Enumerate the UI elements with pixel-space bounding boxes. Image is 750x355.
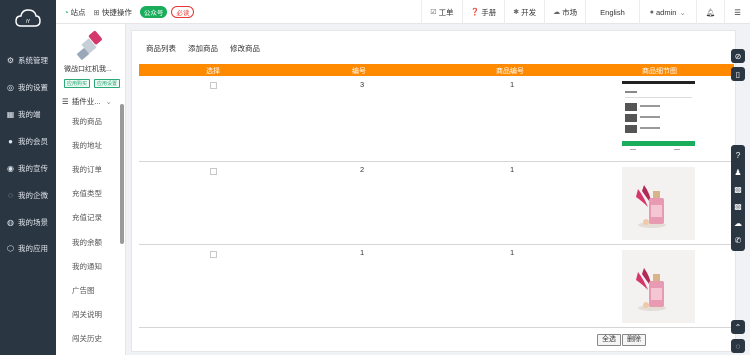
- row-id: 1: [360, 248, 365, 257]
- nav-item-scenes[interactable]: ◍ 我的场景: [0, 211, 56, 233]
- logo-icon[interactable]: iY: [15, 8, 41, 30]
- nav-item-wecom[interactable]: ◌ 我的企微: [0, 184, 56, 206]
- subnav-item[interactable]: 我的地址: [72, 140, 102, 151]
- language-switch[interactable]: English: [585, 0, 639, 24]
- row-checkbox[interactable]: [210, 251, 217, 258]
- subnav-item[interactable]: 闯关历史: [72, 333, 102, 344]
- settings-icon: ◎: [7, 82, 14, 92]
- qq-icon[interactable]: ♟: [731, 165, 745, 179]
- back-to-top-icon[interactable]: ⌃: [731, 320, 745, 334]
- grid-icon: ▦: [6, 109, 15, 119]
- gear-icon: ⚙: [6, 55, 15, 65]
- svg-text:iY: iY: [26, 19, 31, 25]
- site-link[interactable]: ◔ 站点: [64, 7, 86, 18]
- table-row: 2 1: [139, 162, 734, 245]
- subnav-item[interactable]: 我的商品: [72, 116, 102, 127]
- product-name: 微战口红机我...: [64, 66, 112, 73]
- subnav-item[interactable]: 我的订单: [72, 164, 102, 175]
- market-link[interactable]: ☁ 市场: [544, 0, 585, 24]
- must-read-badge[interactable]: 必读: [171, 6, 195, 18]
- nav-item-apps[interactable]: ⬡ 我的应用: [0, 237, 56, 259]
- tab-product-list[interactable]: 商品列表: [146, 43, 176, 54]
- dev-icon: ✱: [513, 9, 520, 16]
- tab-bar: 商品列表 添加商品 修改商品: [146, 43, 272, 54]
- help-icon: ❓: [470, 9, 480, 16]
- product-detail-image: [622, 81, 695, 154]
- table-row: 1 1: [139, 245, 734, 328]
- row-checkbox[interactable]: [210, 82, 217, 89]
- site-icon: ◔: [64, 7, 69, 17]
- row-id: 2: [360, 165, 365, 174]
- quick-actions-link[interactable]: ⊞ 快捷操作: [94, 7, 132, 18]
- app-sidebar: 微战口红机我... 应用购买 应用设置 ☰ 插件业... ⌄ 我的商品 我的地址…: [56, 0, 126, 355]
- nav-item-members[interactable]: ● 我的会员: [0, 130, 56, 152]
- qrcode-icon[interactable]: ▩: [731, 182, 745, 196]
- ticket-link[interactable]: ☑ 工单: [421, 0, 461, 24]
- chat-icon[interactable]: ◌: [731, 339, 745, 353]
- subnav-item[interactable]: 广告图: [72, 285, 95, 296]
- user-icon: ●: [8, 136, 13, 146]
- apps-icon: ⬡: [7, 243, 14, 253]
- column-header: 选择: [206, 68, 220, 75]
- link-icon[interactable]: ⊘: [731, 49, 745, 63]
- product-thumbnail: [77, 31, 102, 60]
- product-detail-image: [622, 250, 695, 323]
- column-header: 编号: [352, 68, 366, 75]
- phone-icon[interactable]: ✆: [731, 233, 745, 247]
- subnav-item[interactable]: 充值类型: [72, 188, 102, 199]
- table-row: 3 1: [139, 76, 734, 162]
- help-icon[interactable]: ?: [731, 148, 745, 162]
- manual-link[interactable]: ❓ 手册: [461, 0, 505, 24]
- wechat-icon[interactable]: ☁: [731, 216, 745, 230]
- column-header: 商品编号: [496, 68, 524, 75]
- chat-icon: ◌: [8, 190, 13, 200]
- scene-icon: ◍: [7, 217, 14, 227]
- product-detail-image: [622, 167, 695, 240]
- chevron-down-icon: ⌄: [105, 96, 112, 106]
- official-account-badge[interactable]: 公众号: [139, 6, 168, 18]
- bell-icon[interactable]: 🔔︎: [695, 0, 725, 24]
- menu-icon[interactable]: ☰: [724, 0, 750, 24]
- scrollbar[interactable]: [120, 104, 124, 244]
- nav-item-settings[interactable]: ◎ 我的设置: [0, 76, 56, 98]
- list-icon: ☰: [62, 96, 69, 106]
- top-bar: ◔ 站点 ⊞ 快捷操作 公众号 必读 ☑ 工单 ❓ 手册 ✱ 开发 ☁ 市场 Engli…: [56, 0, 750, 24]
- subnav-item[interactable]: 我的余额: [72, 237, 102, 248]
- floating-toolbar: ? ♟ ▩ ▩ ☁ ✆: [731, 145, 745, 251]
- tab-edit-product[interactable]: 修改商品: [230, 43, 260, 54]
- subnav-item[interactable]: 我的通知: [72, 261, 102, 272]
- mobile-icon[interactable]: ▯: [731, 67, 745, 81]
- cloud-icon: ☁: [553, 9, 561, 16]
- nav-item-system[interactable]: ⚙ 系统管理: [0, 49, 56, 71]
- nav-item-endpoints[interactable]: ▦ 我的端: [0, 103, 56, 125]
- dev-link[interactable]: ✱ 开发: [504, 0, 544, 24]
- subnav-item[interactable]: 充值记录: [72, 212, 102, 223]
- delete-button[interactable]: 删除: [622, 334, 646, 346]
- table-header: 选择 编号 商品编号 商品细节图: [139, 64, 734, 76]
- user-icon: ●: [649, 8, 654, 16]
- tag-buy[interactable]: 应用购买: [64, 79, 91, 88]
- row-id: 3: [360, 80, 365, 89]
- tag-settings[interactable]: 应用设置: [94, 79, 121, 88]
- user-menu[interactable]: ● admin ⌄: [638, 0, 696, 24]
- ticket-icon: ☑: [430, 9, 437, 16]
- column-header: 商品细节图: [642, 68, 677, 75]
- row-product-id: 1: [510, 80, 515, 89]
- main-sidebar: iY ⚙ 系统管理 ◎ 我的设置 ▦ 我的端 ● 我的会员 ◉ 我的宣传 ◌ 我的企微 ◍ 我…: [0, 0, 56, 355]
- plugin-section-header[interactable]: ☰ 插件业... ⌄: [62, 94, 122, 108]
- megaphone-icon: ◉: [7, 163, 14, 173]
- grid-icon: ⊞: [93, 7, 100, 17]
- row-checkbox[interactable]: [210, 168, 217, 175]
- qrcode-icon[interactable]: ▩: [731, 199, 745, 213]
- tab-add-product[interactable]: 添加商品: [188, 43, 218, 54]
- select-all-button[interactable]: 全选: [597, 334, 621, 346]
- row-product-id: 1: [510, 248, 515, 257]
- row-product-id: 1: [510, 165, 515, 174]
- chevron-down-icon: ⌄: [679, 7, 686, 17]
- subnav-item[interactable]: 闯关说明: [72, 309, 102, 320]
- nav-item-promo[interactable]: ◉ 我的宣传: [0, 157, 56, 179]
- main-panel: 商品列表 添加商品 修改商品 选择 编号 商品编号 商品细节图 3 1 2 1 …: [131, 30, 736, 352]
